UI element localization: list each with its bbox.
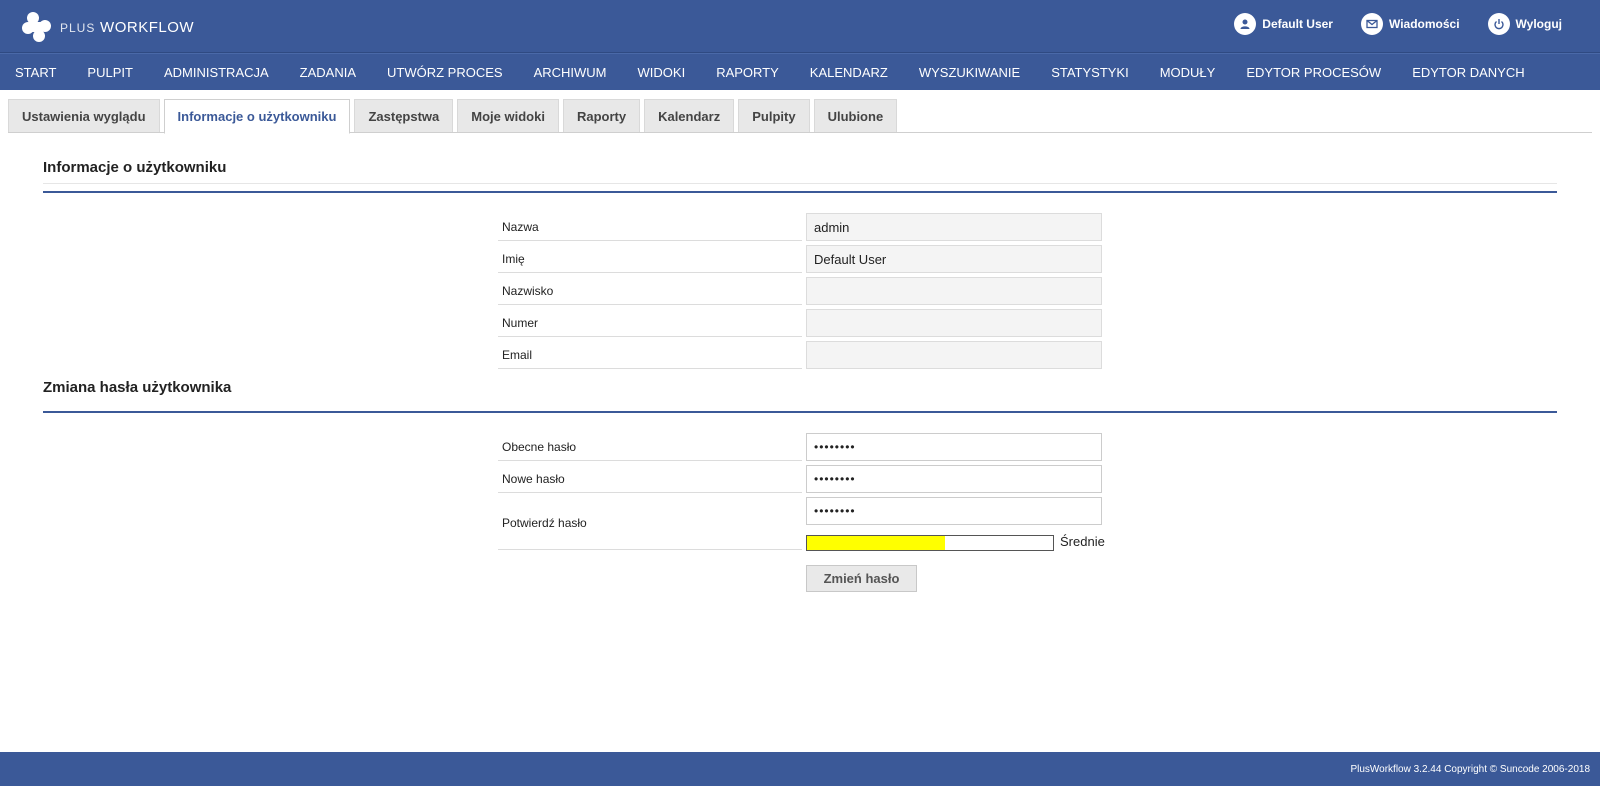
first-name-field: Default User (806, 245, 1102, 273)
nav-item-start[interactable]: START (15, 65, 56, 80)
nav-item-pulpit[interactable]: PULPIT (87, 65, 133, 80)
nav-item-edytor-procesow[interactable]: EDYTOR PROCESÓW (1246, 65, 1381, 80)
field-label: Obecne hasło (498, 433, 802, 461)
messages-label: Wiadomości (1388, 17, 1460, 31)
form-row-current-password: Obecne hasło •••••••• (498, 433, 1102, 461)
plusworkflow-logo-icon (22, 12, 51, 42)
nav-item-zadania[interactable]: ZADANIA (300, 65, 356, 80)
tab-zastepstwa[interactable]: Zastępstwa (354, 99, 454, 133)
field-label: Potwierdź hasło (498, 497, 802, 550)
form-row-nazwisko: Nazwisko (498, 277, 1102, 305)
field-label: Imię (498, 245, 802, 273)
tab-ustawienia-wygladu[interactable]: Ustawienia wyglądu (8, 99, 160, 133)
tab-pulpity[interactable]: Pulpity (738, 99, 810, 133)
messages-button[interactable]: Wiadomości (1360, 13, 1460, 35)
password-strength-bar (806, 535, 1054, 551)
user-icon (1234, 13, 1257, 35)
nav-item-utworz-proces[interactable]: UTWÓRZ PROCES (387, 65, 503, 80)
section-divider (43, 191, 1557, 193)
tab-kalendarz[interactable]: Kalendarz (644, 99, 735, 133)
footer: PlusWorkflow 3.2.44 Copyright © Suncode … (0, 752, 1600, 786)
section-divider-light (43, 183, 1557, 184)
nav-item-kalendarz[interactable]: KALENDARZ (810, 65, 888, 80)
tab-informacje-o-uzytkowniku[interactable]: Informacje o użytkowniku (163, 99, 351, 134)
nav-item-raporty[interactable]: RAPORTY (716, 65, 779, 80)
form-row-nazwa: Nazwa admin (498, 213, 1102, 241)
password-change-title: Zmiana hasła użytkownika (43, 379, 232, 396)
new-password-input[interactable]: •••••••• (806, 465, 1102, 493)
header-actions: Default User Wiadomości Wyloguj (1234, 13, 1562, 35)
number-field (806, 309, 1102, 337)
brand-name: PLUS WORKFLOW (60, 19, 194, 36)
last-name-field (806, 277, 1102, 305)
password-strength-label: Średnie (1060, 534, 1105, 549)
form-row-numer: Numer (498, 309, 1102, 337)
power-icon (1487, 13, 1510, 35)
brand-name-bold: WORKFLOW (100, 18, 195, 36)
nav-item-administracja[interactable]: ADMINISTRACJA (164, 65, 269, 80)
nav-item-archiwum[interactable]: ARCHIWUM (534, 65, 607, 80)
field-label: Nazwa (498, 213, 802, 241)
field-label: Nazwisko (498, 277, 802, 305)
user-info-title: Informacje o użytkowniku (43, 159, 227, 176)
tab-ulubione[interactable]: Ulubione (813, 99, 898, 133)
tab-moje-widoki[interactable]: Moje widoki (457, 99, 559, 133)
section-divider (43, 411, 1557, 413)
form-row-new-password: Nowe hasło •••••••• (498, 465, 1102, 493)
nav-item-edytor-danych[interactable]: EDYTOR DANYCH (1412, 65, 1524, 80)
field-label: Email (498, 341, 802, 369)
form-row-imie: Imię Default User (498, 245, 1102, 273)
tab-raporty[interactable]: Raporty (562, 99, 641, 133)
current-password-input[interactable]: •••••••• (806, 433, 1102, 461)
form-row-email: Email (498, 341, 1102, 369)
nav-item-statystyki[interactable]: STATYSTYKI (1051, 65, 1129, 80)
nav-item-wyszukiwanie[interactable]: WYSZUKIWANIE (919, 65, 1020, 80)
copyright-text: PlusWorkflow 3.2.44 Copyright © Suncode … (1350, 763, 1590, 775)
field-label: Nowe hasło (498, 465, 802, 493)
password-strength-fill (807, 536, 945, 550)
brand-logo[interactable]: PLUS WORKFLOW (20, 10, 194, 44)
nav-item-moduly[interactable]: MODUŁY (1160, 65, 1216, 80)
logout-label: Wyloguj (1515, 17, 1562, 31)
field-label: Numer (498, 309, 802, 337)
main-navigation: START PULPIT ADMINISTRACJA ZADANIA UTWÓR… (0, 53, 1600, 90)
change-password-button[interactable]: Zmień hasło (806, 565, 917, 592)
username-field: admin (806, 213, 1102, 241)
confirm-password-input[interactable]: •••••••• (806, 497, 1102, 525)
logout-button[interactable]: Wyloguj (1487, 13, 1562, 35)
user-name-label: Default User (1262, 17, 1333, 31)
envelope-icon (1360, 13, 1383, 35)
nav-item-widoki[interactable]: WIDOKI (638, 65, 686, 80)
brand-name-light: PLUS (60, 20, 96, 35)
user-menu-button[interactable]: Default User (1234, 13, 1333, 35)
email-field (806, 341, 1102, 369)
settings-tabs: Ustawienia wyglądu Informacje o użytkown… (8, 99, 901, 134)
top-header: PLUS WORKFLOW Default User Wiadomości Wy… (0, 0, 1600, 53)
